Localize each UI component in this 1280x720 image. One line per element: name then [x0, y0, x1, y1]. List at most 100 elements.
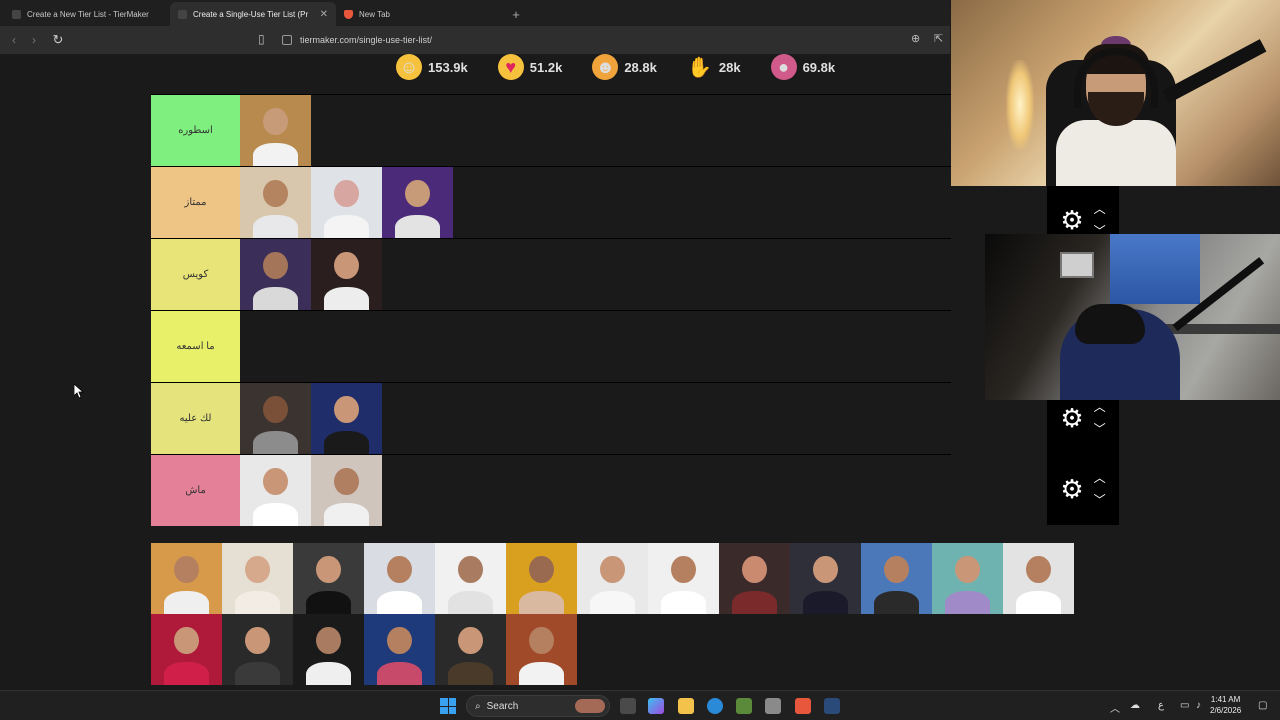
- zoom-icon[interactable]: ⊕: [911, 32, 920, 45]
- language-indicator[interactable]: ع: [1158, 700, 1164, 711]
- chevron-down-icon[interactable]: ﹀: [1094, 494, 1106, 506]
- new-tab-button[interactable]: +: [506, 2, 526, 26]
- artist-tile[interactable]: [311, 383, 382, 454]
- reaction-item[interactable]: ☻ 28.8k: [592, 54, 657, 80]
- artist-tile[interactable]: [311, 167, 382, 238]
- url-text: tiermaker.com/single-use-tier-list/: [300, 35, 433, 45]
- tier-table: اسطوره ممتاز كويس ما اسمعه لك عليه ماش: [151, 94, 951, 526]
- share-icon[interactable]: ⇱: [934, 32, 943, 45]
- settings-icon[interactable]: [765, 698, 781, 714]
- cloud-icon[interactable]: ☁: [1130, 700, 1140, 711]
- steam-icon[interactable]: [824, 698, 840, 714]
- tier-label[interactable]: ماش: [151, 455, 240, 526]
- reaction-item[interactable]: ☺ 153.9k: [396, 54, 468, 80]
- artist-tile[interactable]: [151, 614, 222, 685]
- tier-items: [240, 455, 382, 526]
- tier-label[interactable]: ممتاز: [151, 167, 240, 238]
- reaction-item[interactable]: ♥ 51.2k: [497, 54, 562, 80]
- chevron-up-icon[interactable]: ︿: [1094, 472, 1106, 484]
- reaction-count: 153.9k: [428, 59, 468, 75]
- tier-row: ماش: [151, 454, 951, 526]
- taskbar: ⌕ Search ︿ ☁ ع ▭ ♪ 1:41 AM 2/6/2026 ▢: [0, 690, 1280, 720]
- clock[interactable]: 1:41 AM 2/6/2026: [1210, 694, 1241, 716]
- tab-create-new-tier-list[interactable]: Create a New Tier List - TierMaker: [4, 2, 170, 26]
- artist-tile[interactable]: [648, 543, 719, 614]
- notification-icon[interactable]: ▢: [1258, 700, 1267, 711]
- chevron-down-icon[interactable]: ﹀: [1094, 423, 1106, 435]
- artist-tile[interactable]: [293, 614, 364, 685]
- tab-title: New Tab: [359, 9, 390, 19]
- tab-title: Create a New Tier List - TierMaker: [27, 9, 149, 19]
- artist-tile[interactable]: [311, 239, 382, 310]
- reaction-count: 28.8k: [624, 59, 657, 75]
- artist-tile[interactable]: [1003, 543, 1074, 614]
- copilot-icon[interactable]: [648, 698, 664, 714]
- tab-new-tab[interactable]: New Tab: [336, 2, 502, 26]
- tier-label[interactable]: اسطوره: [151, 95, 240, 166]
- artist-tile[interactable]: [382, 167, 453, 238]
- back-button[interactable]: ‹: [4, 30, 24, 50]
- artist-tile[interactable]: [222, 614, 293, 685]
- chevron-up-icon[interactable]: ︿: [1110, 700, 1120, 715]
- tier-controls: ⚙ ︿ ﹀: [1047, 453, 1119, 525]
- artist-tile[interactable]: [364, 543, 435, 614]
- artist-tile[interactable]: [506, 614, 577, 685]
- artist-tile[interactable]: [240, 167, 311, 238]
- store-icon[interactable]: [736, 698, 752, 714]
- address-bar[interactable]: tiermaker.com/single-use-tier-list/: [282, 31, 902, 49]
- artist-tile[interactable]: [577, 543, 648, 614]
- chevron-up-icon[interactable]: ︿: [1094, 401, 1106, 413]
- reload-button[interactable]: ↻: [48, 30, 68, 50]
- search-highlight-icon: [575, 699, 605, 713]
- windows-start-icon[interactable]: [440, 698, 456, 714]
- laughing-emoji-icon: ☻: [592, 54, 619, 80]
- artist-tile[interactable]: [435, 614, 506, 685]
- tab-single-use-tier-list[interactable]: Create a Single-Use Tier List (Pr ✕: [170, 2, 336, 26]
- artist-tile[interactable]: [932, 543, 1003, 614]
- tiermaker-icon: [12, 9, 21, 19]
- artist-tile[interactable]: [240, 239, 311, 310]
- artist-tile[interactable]: [151, 543, 222, 614]
- reaction-item[interactable]: ✋ 28k: [687, 54, 740, 80]
- artist-tile[interactable]: [222, 543, 293, 614]
- artist-tile[interactable]: [311, 455, 382, 526]
- site-info-icon[interactable]: [282, 35, 292, 45]
- tier-row: ممتاز: [151, 166, 951, 238]
- artist-tile[interactable]: [240, 95, 311, 166]
- tier-row: ما اسمعه: [151, 310, 951, 382]
- artist-tile[interactable]: [293, 543, 364, 614]
- tier-label[interactable]: كويس: [151, 239, 240, 310]
- file-explorer-icon[interactable]: [678, 698, 694, 714]
- screen: Create a New Tier List - TierMaker Creat…: [0, 0, 1280, 720]
- reaction-item[interactable]: ● 69.8k: [770, 54, 835, 80]
- forward-button[interactable]: ›: [24, 30, 44, 50]
- gear-icon[interactable]: ⚙: [1060, 207, 1083, 233]
- artist-tile[interactable]: [790, 543, 861, 614]
- heart-eyes-emoji-icon: ♥: [497, 54, 524, 80]
- artist-tile[interactable]: [435, 543, 506, 614]
- raised-hands-emoji-icon: ✋: [687, 56, 713, 79]
- volume-icon[interactable]: ♪: [1196, 700, 1201, 711]
- tab-bar: Create a New Tier List - TierMaker Creat…: [0, 0, 950, 26]
- brave-icon[interactable]: [795, 698, 811, 714]
- search-label: Search: [486, 700, 519, 712]
- artist-tile[interactable]: [364, 614, 435, 685]
- tier-label[interactable]: ما اسمعه: [151, 311, 240, 382]
- artist-tile[interactable]: [506, 543, 577, 614]
- close-icon[interactable]: ✕: [320, 9, 328, 20]
- chevron-up-icon[interactable]: ︿: [1094, 203, 1106, 215]
- gear-icon[interactable]: ⚙: [1060, 476, 1083, 502]
- bookmark-icon[interactable]: ▯: [258, 32, 272, 48]
- network-icon[interactable]: ▭: [1180, 700, 1189, 711]
- tier-items: [240, 239, 382, 310]
- edge-icon[interactable]: [707, 698, 723, 714]
- gear-icon[interactable]: ⚙: [1060, 405, 1083, 431]
- task-view-icon[interactable]: [620, 698, 636, 714]
- taskbar-search[interactable]: ⌕ Search: [466, 695, 610, 717]
- tier-label[interactable]: لك عليه: [151, 383, 240, 454]
- artist-tile[interactable]: [861, 543, 932, 614]
- artist-tile[interactable]: [719, 543, 790, 614]
- artist-tile[interactable]: [240, 455, 311, 526]
- tier-items: [240, 95, 311, 166]
- artist-tile[interactable]: [240, 383, 311, 454]
